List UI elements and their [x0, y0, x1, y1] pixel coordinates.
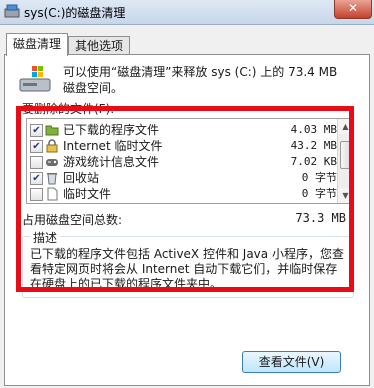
list-item[interactable]: ✔ Internet 临时文件 43.2 MB: [27, 138, 337, 154]
scroll-down-icon[interactable]: ▼: [338, 188, 353, 203]
checkbox[interactable]: [30, 188, 43, 201]
view-files-button[interactable]: 查看文件(V): [242, 351, 341, 373]
file-size: 0 字节: [301, 171, 337, 184]
disk-cleanup-icon: [4, 4, 20, 18]
file-icon: [47, 187, 58, 201]
description-title: 描述: [30, 229, 61, 246]
close-button[interactable]: ✕: [334, 0, 372, 19]
window-title: sys(C:)的磁盘清理: [24, 6, 126, 20]
description-text: 已下载的程序文件包括 ActiveX 控件和 Java 小程序，您查看特定网页时…: [30, 247, 344, 291]
checkbox[interactable]: ✔: [30, 124, 43, 137]
list-scrollbar[interactable]: ▲ ▼: [337, 119, 353, 203]
total-space-value: 73.3 MB: [295, 211, 346, 225]
scroll-thumb[interactable]: [340, 141, 352, 169]
folder-icon: [45, 125, 59, 136]
file-name: 临时文件: [63, 187, 112, 201]
list-item[interactable]: 临时文件 0 字节: [27, 186, 337, 202]
file-name: 游戏统计信息文件: [63, 155, 160, 169]
drive-icon: [19, 66, 51, 92]
file-size: 0 字节: [301, 187, 337, 200]
checkbox[interactable]: ✔: [30, 172, 43, 185]
total-space-label: 占用磁盘空间总数:: [22, 213, 123, 227]
files-list[interactable]: ✔ 已下载的程序文件 4.03 MB ✔ Internet 临时文件 43.2 …: [26, 118, 354, 204]
file-name: 回收站: [63, 171, 100, 185]
file-size: 7.02 KB: [290, 155, 337, 168]
file-name: 已下载的程序文件: [63, 123, 160, 137]
tab-more-options[interactable]: 其他选项: [68, 36, 130, 55]
list-item[interactable]: 游戏统计信息文件 7.02 KB: [27, 154, 337, 170]
list-item[interactable]: ✔ 已下载的程序文件 4.03 MB: [27, 122, 337, 138]
recycle-bin-icon: [47, 173, 57, 185]
lock-icon: [46, 139, 58, 153]
list-item[interactable]: ✔ 回收站 0 字节: [27, 170, 337, 186]
game-icon: [46, 159, 58, 166]
file-size: 43.2 MB: [290, 139, 337, 152]
file-size: 4.03 MB: [290, 123, 337, 136]
checkbox[interactable]: [30, 156, 43, 169]
title-bar: sys(C:)的磁盘清理 ✕: [0, 0, 374, 25]
file-name: Internet 临时文件: [63, 139, 163, 153]
scroll-up-icon[interactable]: ▲: [338, 119, 353, 134]
checkbox[interactable]: ✔: [30, 140, 43, 153]
tab-disk-cleanup[interactable]: 磁盘清理: [6, 33, 68, 56]
files-to-delete-label: 要删除的文件(F):: [22, 102, 115, 116]
intro-text: 可以使用“磁盘清理”来释放 sys (C:) 上的 73.4 MB 磁盘空间。: [63, 65, 338, 95]
